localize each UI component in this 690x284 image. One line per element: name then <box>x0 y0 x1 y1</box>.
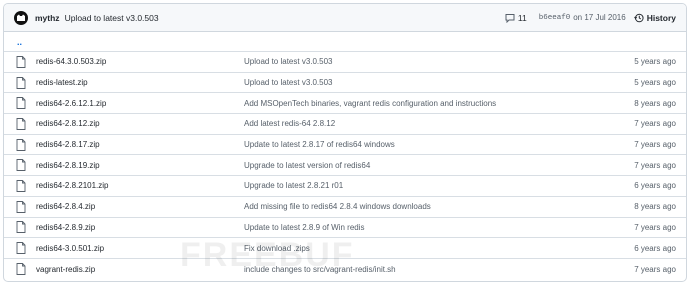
file-commit-age: 5 years ago <box>634 57 676 67</box>
file-commit-message[interactable]: Update to latest 2.8.9 of Win redis <box>244 223 596 232</box>
file-row[interactable]: redis64-2.8.19.zip Upgrade to latest vers… <box>4 155 686 177</box>
file-commit-age: 7 years ago <box>634 222 676 232</box>
octocat-icon <box>17 14 25 21</box>
file-commit-age: 7 years ago <box>634 119 676 129</box>
file-commit-message[interactable]: Add MSOpenTech binaries, vagrant redis c… <box>244 99 596 108</box>
file-name-link[interactable]: redis64-2.8.12.zip <box>36 119 244 128</box>
file-commit-message[interactable]: Add missing file to redis64 2.8.4 window… <box>244 202 596 211</box>
file-commit-age: 7 years ago <box>634 140 676 150</box>
file-commit-message[interactable]: Add latest redis-64 2.8.12 <box>244 119 596 128</box>
history-label: History <box>646 12 676 23</box>
file-commit-age: 6 years ago <box>634 243 676 253</box>
file-commit-age: 7 years ago <box>634 264 676 274</box>
file-icon <box>16 76 26 89</box>
file-icon <box>16 117 26 130</box>
file-name-link[interactable]: vagrant-redis.zip <box>36 265 244 274</box>
file-row[interactable]: redis-64.3.0.503.zip Upload to latest v3.… <box>4 52 686 73</box>
file-name-link[interactable]: redis64-2.8.19.zip <box>36 161 244 170</box>
comment-icon <box>505 13 515 23</box>
file-commit-age: 8 years ago <box>634 202 676 212</box>
file-row[interactable]: redis-latest.zip Upload to latest v3.0.50… <box>4 73 686 94</box>
file-name-link[interactable]: redis64-3.0.501.zip <box>36 244 244 253</box>
file-name-link[interactable]: redis-64.3.0.503.zip <box>36 57 244 66</box>
file-commit-age: 7 years ago <box>634 160 676 170</box>
file-name-link[interactable]: redis64-2.6.12.1.zip <box>36 99 244 108</box>
file-commit-message[interactable]: Fix download .zips <box>244 244 596 253</box>
file-name-link[interactable]: redis-latest.zip <box>36 78 244 87</box>
commit-author[interactable]: mythz <box>35 13 60 23</box>
file-commit-message[interactable]: Upload to latest v3.0.503 <box>244 57 596 66</box>
file-commit-message[interactable]: Upload to latest v3.0.503 <box>244 78 596 87</box>
file-icon <box>16 97 26 110</box>
file-icon <box>16 221 26 234</box>
commit-message[interactable]: Upload to latest v3.0.503 <box>65 13 505 23</box>
file-icon <box>16 263 26 276</box>
file-commit-age: 5 years ago <box>634 78 676 88</box>
file-icon <box>16 180 26 192</box>
file-commit-message[interactable]: Upgrade to latest 2.8.21 r01 <box>244 181 596 190</box>
commit-date: on 17 Jul 2016 <box>573 13 626 22</box>
comments-link[interactable]: 11 <box>505 13 527 23</box>
comment-count: 11 <box>517 12 527 23</box>
file-icon <box>16 200 26 213</box>
file-row[interactable]: redis64-2.6.12.1.zip Add MSOpenTech binar… <box>4 93 686 115</box>
file-commit-age: 6 years ago <box>634 181 676 191</box>
file-row[interactable]: redis64-2.8.17.zip Update to latest 2.8.1… <box>4 135 686 156</box>
commit-sha[interactable]: b6eeaf0 <box>539 14 571 22</box>
file-row[interactable]: redis64-2.8.9.zip Update to latest 2.8.9 … <box>4 218 686 239</box>
latest-commit-bar: mythz Upload to latest v3.0.503 11 b6eea… <box>4 4 686 32</box>
file-name-link[interactable]: redis64-2.8.4.zip <box>36 202 244 211</box>
file-row[interactable]: redis64-3.0.501.zip Fix download .zips 6 y… <box>4 238 686 259</box>
file-icon <box>16 55 26 68</box>
file-name-link[interactable]: redis64-2.8.2101.zip <box>36 181 244 190</box>
avatar[interactable] <box>14 10 28 25</box>
file-list: redis-64.3.0.503.zip Upload to latest v3.… <box>4 52 686 280</box>
history-button[interactable]: History <box>633 12 676 23</box>
file-row[interactable]: redis64-2.8.2101.zip Upgrade to latest 2.… <box>4 176 686 197</box>
file-commit-message[interactable]: include changes to src/vagrant-redis/ini… <box>244 265 596 274</box>
file-icon <box>16 159 26 172</box>
file-icon <box>16 242 26 254</box>
file-commit-age: 8 years ago <box>634 98 676 108</box>
file-name-link[interactable]: redis64-2.8.9.zip <box>36 223 244 232</box>
file-icon <box>16 138 26 151</box>
parent-directory-link[interactable]: .. <box>4 32 686 52</box>
file-commit-message[interactable]: Upgrade to latest version of redis64 <box>244 161 596 170</box>
history-icon <box>633 13 644 22</box>
file-row[interactable]: redis64-2.8.12.zip Add latest redis-64 2.… <box>4 114 686 135</box>
file-browser: mythz Upload to latest v3.0.503 11 b6eea… <box>3 3 687 282</box>
file-commit-message[interactable]: Update to latest 2.8.17 of redis64 windo… <box>244 140 596 149</box>
file-name-link[interactable]: redis64-2.8.17.zip <box>36 140 244 149</box>
file-row[interactable]: vagrant-redis.zip include changes to src/… <box>4 259 686 280</box>
file-row[interactable]: redis64-2.8.4.zip Add missing file to red… <box>4 197 686 218</box>
